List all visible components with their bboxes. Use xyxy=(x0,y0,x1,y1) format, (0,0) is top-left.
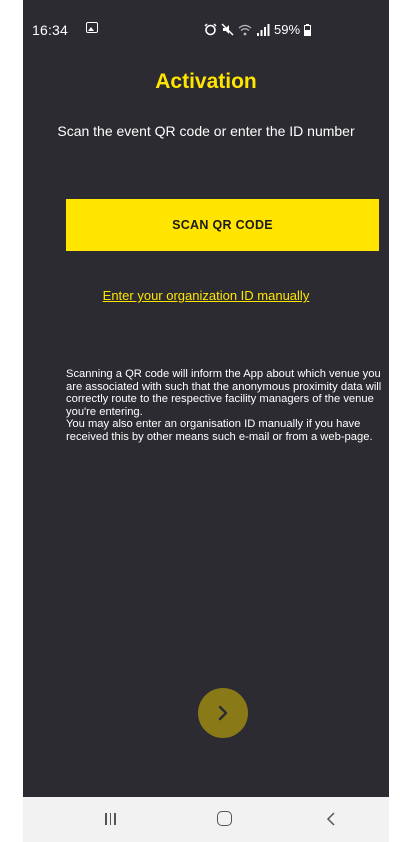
status-icons: 59% xyxy=(204,22,312,37)
system-nav-bar xyxy=(23,797,389,842)
signal-icon xyxy=(257,23,270,36)
page-subtitle: Scan the event QR code or enter the ID n… xyxy=(57,123,355,139)
status-bar: 16:34 59% xyxy=(23,0,389,38)
recent-apps-icon[interactable] xyxy=(105,813,116,825)
home-icon[interactable] xyxy=(217,811,232,826)
info-paragraph: You may also enter an organisation ID ma… xyxy=(66,418,373,443)
battery-percent: 59% xyxy=(274,22,301,37)
battery-icon xyxy=(304,23,312,36)
chevron-right-icon xyxy=(218,705,228,721)
next-button[interactable] xyxy=(198,688,248,738)
back-icon[interactable] xyxy=(326,811,336,827)
enter-id-manually-link[interactable]: Enter your organization ID manually xyxy=(23,288,389,303)
app-screen: 16:34 59% Activation Scan the event QR c… xyxy=(23,0,389,842)
mute-icon xyxy=(221,23,234,36)
alarm-icon xyxy=(204,23,217,36)
info-paragraph: Scanning a QR code will inform the App a… xyxy=(66,368,382,418)
scan-qr-code-button[interactable]: SCAN QR CODE xyxy=(66,199,379,251)
page-title: Activation xyxy=(155,70,257,93)
wifi-icon xyxy=(238,24,252,35)
gallery-icon xyxy=(86,22,98,33)
info-text: Scanning a QR code will inform the App a… xyxy=(66,368,382,444)
status-time: 16:34 xyxy=(32,22,69,38)
